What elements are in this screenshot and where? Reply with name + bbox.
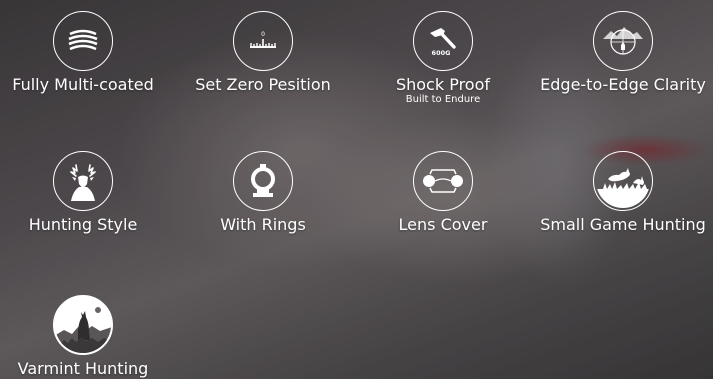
feature-label: Small Game Hunting bbox=[540, 215, 706, 234]
howling-wolf-icon bbox=[53, 295, 113, 355]
feature-label: Fully Multi-coated bbox=[12, 75, 154, 94]
feature-with-rings: With Rings bbox=[173, 151, 353, 235]
zero-scale-icon: 0 bbox=[233, 11, 293, 71]
feature-label: Varmint Hunting bbox=[17, 359, 149, 378]
lens-cover-icon bbox=[413, 151, 473, 211]
rabbit-icon bbox=[593, 151, 653, 211]
scope-view-icon bbox=[593, 11, 653, 71]
feature-label: Edge-to-Edge Clarity bbox=[540, 75, 706, 94]
feature-hunting-style: Hunting Style bbox=[0, 151, 173, 235]
feature-set-zero-position: 0 Set Zero Pesition bbox=[173, 11, 353, 95]
feature-edge-to-edge-clarity: Edge-to-Edge Clarity bbox=[533, 11, 713, 95]
feature-label: Set Zero Pesition bbox=[195, 75, 331, 94]
feature-fully-multi-coated: Fully Multi-coated bbox=[0, 11, 173, 95]
feature-label: Lens Cover bbox=[398, 215, 488, 234]
deer-icon bbox=[53, 151, 113, 211]
feature-sublabel: Built to Endure bbox=[405, 94, 481, 105]
lens-coating-icon bbox=[53, 11, 113, 71]
feature-varmint-hunting: Varmint Hunting bbox=[0, 295, 173, 379]
feature-label: Shock Proof bbox=[395, 75, 491, 94]
feature-label: Hunting Style bbox=[28, 215, 138, 234]
scope-ring-icon bbox=[233, 151, 293, 211]
feature-shock-proof: 600G Shock Proof Built to Endure bbox=[353, 11, 533, 106]
hammer-icon: 600G bbox=[413, 11, 473, 71]
feature-lens-cover: Lens Cover bbox=[353, 151, 533, 235]
impact-rating-text: 600G bbox=[432, 49, 451, 57]
feature-small-game-hunting: Small Game Hunting bbox=[533, 151, 713, 235]
scale-zero-mark: 0 bbox=[261, 31, 265, 38]
feature-label: With Rings bbox=[220, 215, 306, 234]
